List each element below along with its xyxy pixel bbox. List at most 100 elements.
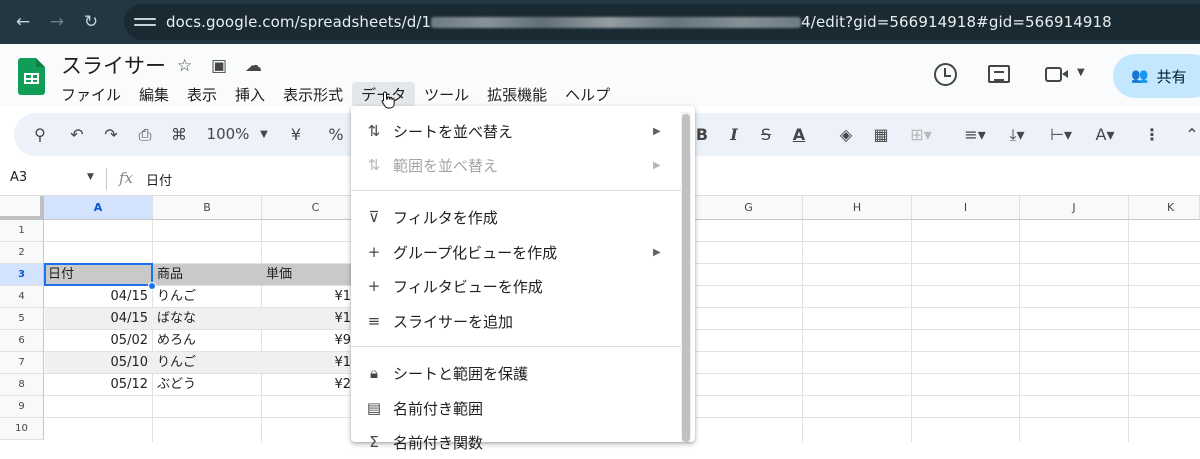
- menu-help[interactable]: ヘルプ: [556, 82, 619, 107]
- cell-price[interactable]: ¥1: [266, 286, 351, 307]
- submenu-arrow-icon: ▶: [653, 159, 661, 171]
- document-title[interactable]: スライサー: [61, 50, 166, 80]
- share-button[interactable]: 👥 共有: [1113, 54, 1200, 98]
- fill-color-icon[interactable]: ◈: [834, 113, 858, 156]
- row-header-7[interactable]: 7: [0, 352, 44, 374]
- percent-format-button[interactable]: %: [326, 113, 346, 156]
- menu-item-create-filter[interactable]: ⊽ フィルタを作成: [351, 200, 681, 234]
- menu-item-group-view[interactable]: + グループ化ビューを作成 ▶: [351, 235, 681, 269]
- submenu-arrow-icon: ▶: [653, 125, 661, 137]
- address-bar[interactable]: docs.google.com/spreadsheets/d/1 4/edit?g…: [124, 4, 1200, 40]
- cell-date[interactable]: 04/15: [48, 308, 148, 329]
- borders-icon[interactable]: ▦: [870, 113, 892, 156]
- text-rotation-icon[interactable]: A▾: [1088, 113, 1122, 156]
- cell-date[interactable]: 05/02: [48, 330, 148, 351]
- scrollbar-thumb[interactable]: [682, 114, 690, 442]
- currency-format-button[interactable]: ¥: [286, 113, 306, 156]
- row-header-3[interactable]: 3: [0, 264, 44, 286]
- text-color-icon[interactable]: A: [789, 113, 809, 156]
- fill-handle[interactable]: [148, 282, 156, 290]
- cell-item[interactable]: りんご: [157, 286, 257, 307]
- column-header-a[interactable]: A: [44, 196, 153, 220]
- meet-camera-icon[interactable]: [1045, 67, 1068, 82]
- print-icon[interactable]: ⎙: [134, 113, 156, 156]
- undo-icon[interactable]: ↶: [66, 113, 88, 156]
- menu-edit[interactable]: 編集: [130, 82, 178, 107]
- menu-scrollbar[interactable]: [681, 112, 691, 442]
- horizontal-align-icon[interactable]: ≡▾: [958, 113, 992, 156]
- menu-tools[interactable]: ツール: [415, 82, 478, 107]
- cell-date[interactable]: 05/12: [48, 374, 148, 395]
- cell-c3[interactable]: 単価: [266, 264, 351, 285]
- cell-price[interactable]: ¥2: [266, 374, 351, 395]
- forward-arrow-icon[interactable]: →: [46, 11, 68, 33]
- paint-format-icon[interactable]: ⌘: [168, 113, 190, 156]
- row-header-6[interactable]: 6: [0, 330, 44, 352]
- cell-price[interactable]: ¥1: [266, 352, 351, 373]
- text-wrap-icon[interactable]: ⊢▾: [1044, 113, 1078, 156]
- column-header-i[interactable]: I: [912, 196, 1020, 220]
- menu-item-sort-sheet[interactable]: ⇅ シートを並べ替え ▶: [351, 114, 681, 148]
- gridline: [261, 220, 262, 442]
- formula-input[interactable]: 日付: [146, 170, 172, 189]
- search-icon[interactable]: ⚲: [28, 113, 52, 156]
- star-icon[interactable]: ☆: [177, 56, 192, 76]
- cell-item[interactable]: ばなな: [157, 308, 257, 329]
- menu-item-named-ranges[interactable]: ▤ 名前付き範囲: [351, 391, 681, 425]
- site-info-icon[interactable]: [134, 11, 156, 33]
- menu-item-sort-range[interactable]: ⇅ 範囲を並べ替え ▶: [351, 148, 681, 182]
- cell-item[interactable]: めろん: [157, 330, 257, 351]
- menu-item-filter-view[interactable]: + フィルタビューを作成: [351, 269, 681, 303]
- column-header-g[interactable]: G: [695, 196, 803, 220]
- menu-item-add-slicer[interactable]: ≡ スライサーを追加: [351, 304, 681, 338]
- menu-item-protect[interactable]: 🔒︎ シートと範囲を保護: [351, 356, 681, 390]
- move-folder-icon[interactable]: ▣: [211, 56, 227, 76]
- row-header-2[interactable]: 2: [0, 242, 44, 264]
- column-header-k[interactable]: K: [1129, 196, 1200, 220]
- menu-file[interactable]: ファイル: [52, 82, 130, 107]
- menu-item-named-functions[interactable]: Σ 名前付き関数: [351, 425, 681, 459]
- chevron-down-icon[interactable]: ▼: [1077, 67, 1085, 78]
- row-header-8[interactable]: 8: [0, 374, 44, 396]
- cell-item[interactable]: りんご: [157, 352, 257, 373]
- comments-icon[interactable]: [988, 65, 1010, 83]
- cell-price[interactable]: ¥9: [266, 330, 351, 351]
- cell-price[interactable]: ¥1: [266, 308, 351, 329]
- cell-date[interactable]: 04/15: [48, 286, 148, 307]
- zoom-select[interactable]: 100%: [204, 113, 252, 156]
- filter-icon: ⊽: [368, 208, 380, 226]
- italic-icon[interactable]: I: [724, 113, 744, 156]
- row-header-4[interactable]: 4: [0, 286, 44, 308]
- row-header-9[interactable]: 9: [0, 396, 44, 418]
- strikethrough-icon[interactable]: S: [756, 113, 776, 156]
- redo-icon[interactable]: ↷: [100, 113, 122, 156]
- cell-date[interactable]: 05/10: [48, 352, 148, 373]
- column-header-j[interactable]: J: [1020, 196, 1129, 220]
- cell-b3[interactable]: 商品: [157, 264, 257, 285]
- cloud-saved-icon[interactable]: ☁: [245, 56, 262, 76]
- column-header-b[interactable]: B: [153, 196, 262, 220]
- url-prefix: docs.google.com/spreadsheets/d/1: [166, 13, 432, 31]
- menu-insert[interactable]: 挿入: [226, 82, 274, 107]
- version-history-icon[interactable]: [934, 63, 957, 86]
- name-box[interactable]: A3: [10, 170, 27, 185]
- row-header-5[interactable]: 5: [0, 308, 44, 330]
- bold-icon[interactable]: B: [692, 113, 712, 156]
- row-header-10[interactable]: 10: [0, 418, 44, 440]
- column-header-h[interactable]: H: [803, 196, 912, 220]
- select-all-corner[interactable]: [0, 196, 44, 220]
- zoom-chevron-down-icon[interactable]: ▼: [258, 113, 270, 156]
- menu-extensions[interactable]: 拡張機能: [478, 82, 556, 107]
- name-box-chevron-down-icon[interactable]: ▼: [87, 172, 94, 182]
- reload-icon[interactable]: ↻: [80, 11, 102, 33]
- sheets-logo-icon[interactable]: [18, 58, 45, 95]
- vertical-align-icon[interactable]: ⤓▾: [1000, 113, 1034, 156]
- back-arrow-icon[interactable]: ←: [12, 11, 34, 33]
- row-header-1[interactable]: 1: [0, 220, 44, 242]
- cell-item[interactable]: ぶどう: [157, 374, 257, 395]
- menu-view[interactable]: 表示: [178, 82, 226, 107]
- merge-cells-icon[interactable]: ⊞▾: [904, 113, 938, 156]
- collapse-toolbar-icon[interactable]: ⌃: [1182, 113, 1200, 156]
- menu-format[interactable]: 表示形式: [274, 82, 352, 107]
- more-vert-icon[interactable]: ⋮: [1144, 113, 1160, 156]
